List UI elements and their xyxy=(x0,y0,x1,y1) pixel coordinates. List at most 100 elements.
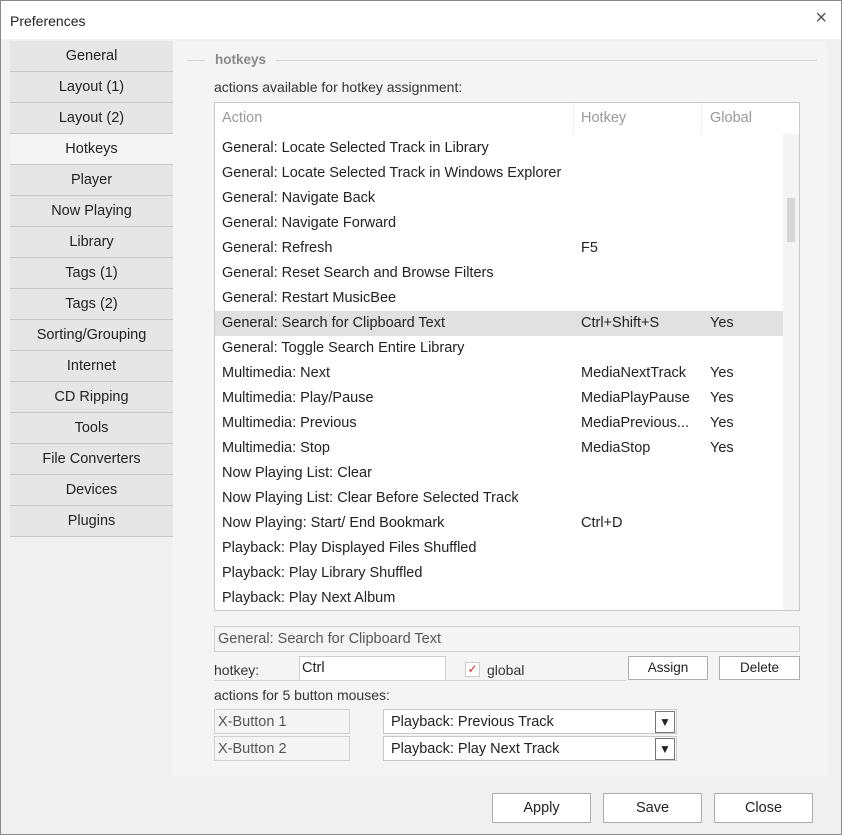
cell-action: General: Search for Clipboard Text xyxy=(222,315,445,331)
cell-action: General: Reset Search and Browse Filters xyxy=(222,265,494,281)
sidebar-item-file-converters[interactable]: File Converters xyxy=(10,444,173,475)
x-button-2-label: X-Button 2 xyxy=(214,736,350,761)
table-row[interactable]: General: Toggle Search Entire Library xyxy=(215,336,783,361)
table-row[interactable]: General: Refresh F5 xyxy=(215,236,783,261)
x-button-1-select[interactable]: Playback: Previous Track ▼ xyxy=(383,709,677,734)
chevron-down-icon[interactable]: ▼ xyxy=(655,738,675,760)
table-row[interactable]: Multimedia: Previous MediaPrevious... Yes xyxy=(215,411,783,436)
selected-action-field: General: Search for Clipboard Text xyxy=(214,626,800,652)
cell-hotkey: MediaNextTrack xyxy=(581,365,687,381)
sidebar-item-sorting-grouping[interactable]: Sorting/Grouping xyxy=(10,320,173,351)
cell-action: Now Playing List: Clear Before Selected … xyxy=(222,490,519,506)
cell-action: Multimedia: Play/Pause xyxy=(222,390,374,406)
cell-hotkey: MediaPlayPause xyxy=(581,390,690,406)
cell-hotkey: F5 xyxy=(581,240,598,256)
actions-table: Action Hotkey Global General: Locate Sel… xyxy=(214,102,800,611)
cell-global: Yes xyxy=(710,365,734,381)
sidebar-item-tags-1[interactable]: Tags (1) xyxy=(10,258,173,289)
table-row[interactable]: General: Reset Search and Browse Filters xyxy=(215,261,783,286)
sidebar-item-library[interactable]: Library xyxy=(10,227,173,258)
sidebar-item-hotkeys[interactable]: Hotkeys xyxy=(10,134,173,165)
cell-action: Playback: Play Next Album xyxy=(222,590,396,606)
apply-button[interactable]: Apply xyxy=(492,793,591,823)
table-row[interactable]: General: Navigate Back xyxy=(215,186,783,211)
table-row[interactable]: General: Restart MusicBee xyxy=(215,286,783,311)
table-row[interactable]: Now Playing List: Clear xyxy=(215,461,783,486)
sidebar-item-layout-2[interactable]: Layout (2) xyxy=(10,103,173,134)
list-label: actions available for hotkey assignment: xyxy=(214,79,463,95)
save-button[interactable]: Save xyxy=(603,793,702,823)
cell-action: General: Navigate Forward xyxy=(222,215,397,231)
cell-hotkey: Ctrl+D xyxy=(581,515,623,531)
close-button[interactable]: Close xyxy=(714,793,813,823)
column-action[interactable]: Action xyxy=(222,110,262,126)
title-bar: Preferences × xyxy=(1,1,841,39)
table-row[interactable]: Multimedia: Stop MediaStop Yes xyxy=(215,436,783,461)
section-title: hotkeys xyxy=(205,52,277,67)
sidebar-item-internet[interactable]: Internet xyxy=(10,351,173,382)
scrollbar-thumb[interactable] xyxy=(787,198,795,242)
cell-global: Yes xyxy=(710,415,734,431)
cell-action: Playback: Play Library Shuffled xyxy=(222,565,423,581)
table-row[interactable]: Playback: Play Next Album xyxy=(215,586,783,610)
cell-action: General: Navigate Back xyxy=(222,190,376,206)
cell-action: Multimedia: Next xyxy=(222,365,330,381)
cell-action: Multimedia: Stop xyxy=(222,440,330,456)
hotkey-label: hotkey: xyxy=(214,662,260,678)
sidebar-item-tools[interactable]: Tools xyxy=(10,413,173,444)
close-icon[interactable]: × xyxy=(815,7,827,30)
mouse-actions-label: actions for 5 button mouses: xyxy=(214,687,390,703)
cell-global: Yes xyxy=(710,390,734,406)
table-row[interactable]: Playback: Play Library Shuffled xyxy=(215,561,783,586)
hotkeys-panel: hotkeys actions available for hotkey ass… xyxy=(173,41,827,776)
table-row[interactable]: General: Locate Selected Track in Librar… xyxy=(215,136,783,161)
sidebar-item-general[interactable]: General xyxy=(10,41,173,72)
sidebar-item-tags-2[interactable]: Tags (2) xyxy=(10,289,173,320)
cell-action: General: Toggle Search Entire Library xyxy=(222,340,465,356)
sidebar-item-devices[interactable]: Devices xyxy=(10,475,173,506)
chevron-down-icon[interactable]: ▼ xyxy=(655,711,675,733)
sidebar-item-plugins[interactable]: Plugins xyxy=(10,506,173,537)
hotkey-input[interactable]: Ctrl xyxy=(299,656,446,681)
x-button-1-value: Playback: Previous Track xyxy=(391,714,554,730)
cell-action: General: Locate Selected Track in Window… xyxy=(222,165,562,181)
cell-action: Now Playing List: Clear xyxy=(222,465,372,481)
table-row[interactable]: Playback: Play Displayed Files Shuffled xyxy=(215,536,783,561)
cell-action: General: Refresh xyxy=(222,240,333,256)
sidebar-item-player[interactable]: Player xyxy=(10,165,173,196)
table-row[interactable]: General: Locate Selected Track in Window… xyxy=(215,161,783,186)
cell-action: Multimedia: Previous xyxy=(222,415,357,431)
table-row[interactable]: Now Playing List: Clear Before Selected … xyxy=(215,486,783,511)
table-row[interactable]: General: Navigate Forward xyxy=(215,211,783,236)
table-row[interactable]: General: Search for Clipboard Text Ctrl+S… xyxy=(215,311,783,336)
vertical-scrollbar[interactable] xyxy=(783,134,799,610)
preferences-window: Preferences × General Layout (1) Layout (2… xyxy=(0,0,842,835)
cell-action: General: Locate Selected Track in Librar… xyxy=(222,140,489,156)
table-row[interactable]: Multimedia: Next MediaNextTrack Yes xyxy=(215,361,783,386)
sidebar-item-now-playing[interactable]: Now Playing xyxy=(10,196,173,227)
global-checkbox[interactable]: ✓ xyxy=(465,662,480,677)
cell-action: Playback: Play Displayed Files Shuffled xyxy=(222,540,477,556)
x-button-1-label: X-Button 1 xyxy=(214,709,350,734)
column-hotkey[interactable]: Hotkey xyxy=(581,110,626,126)
table-header: Action Hotkey Global xyxy=(215,103,799,134)
table-row[interactable]: Now Playing: Start/ End Bookmark Ctrl+D xyxy=(215,511,783,536)
table-row[interactable]: Multimedia: Play/Pause MediaPlayPause Yes xyxy=(215,386,783,411)
column-global[interactable]: Global xyxy=(710,110,752,126)
cell-global: Yes xyxy=(710,440,734,456)
assign-button[interactable]: Assign xyxy=(628,656,708,680)
sidebar-item-layout-1[interactable]: Layout (1) xyxy=(10,72,173,103)
cell-hotkey: MediaPrevious... xyxy=(581,415,689,431)
sidebar: General Layout (1) Layout (2) Hotkeys Player… xyxy=(10,41,173,537)
cell-action: General: Restart MusicBee xyxy=(222,290,397,306)
cell-action: Now Playing: Start/ End Bookmark xyxy=(222,515,445,531)
global-label: global xyxy=(487,662,525,678)
sidebar-item-cd-ripping[interactable]: CD Ripping xyxy=(10,382,173,413)
cell-hotkey: Ctrl+Shift+S xyxy=(581,315,660,331)
x-button-2-select[interactable]: Playback: Play Next Track ▼ xyxy=(383,736,677,761)
cell-global: Yes xyxy=(710,315,734,331)
window-title: Preferences xyxy=(10,13,86,29)
cell-hotkey: MediaStop xyxy=(581,440,651,456)
delete-button[interactable]: Delete xyxy=(719,656,800,680)
divider xyxy=(187,60,817,61)
